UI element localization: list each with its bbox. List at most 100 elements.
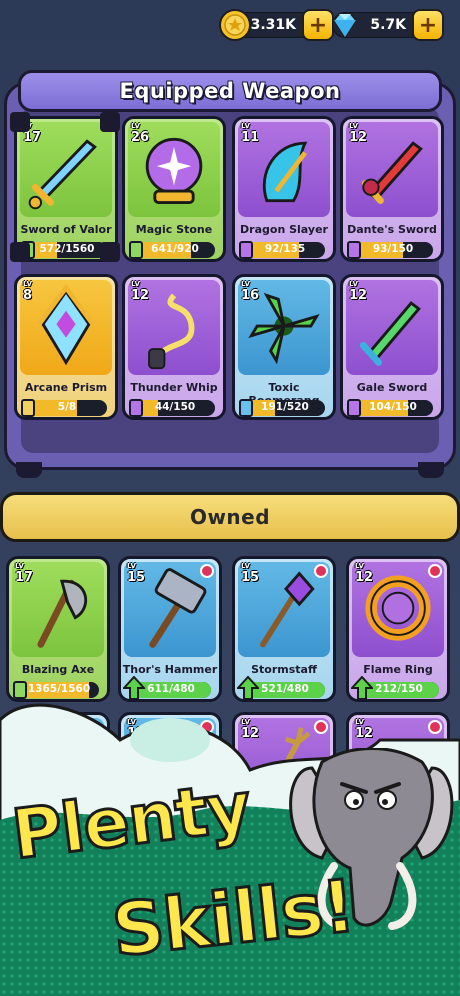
- progress-text: 92/135: [264, 243, 306, 255]
- level-tag: LV: [127, 562, 136, 570]
- card-name: Thunder Whip: [130, 381, 218, 394]
- shard-icon: [239, 399, 253, 417]
- card-progress-bar: 44/150: [135, 400, 215, 416]
- owned-card[interactable]: LV 15 Stormstaff 521/480: [232, 556, 336, 702]
- game-screen: 23.31K + 5.7K + Equipped Weapon LV17Swor…: [0, 0, 460, 996]
- card-name: Blazing Axe: [21, 663, 95, 676]
- shard-icon: [129, 399, 143, 417]
- card-level: LV 12: [131, 280, 150, 304]
- progress-text: 5/8: [57, 401, 77, 413]
- gold-coin-icon: [219, 9, 251, 41]
- level-number: 12: [355, 570, 374, 585]
- shard-icon: [13, 681, 27, 699]
- level-tag: LV: [349, 122, 358, 130]
- level-tag: LV: [241, 280, 250, 288]
- equipped-title: Equipped Weapon: [119, 79, 341, 103]
- level-tag: LV: [131, 122, 140, 130]
- card-name: Gale Sword: [356, 381, 428, 394]
- selected-corner-marker: [10, 242, 30, 262]
- card-name: Stormstaff: [251, 663, 317, 676]
- level-number: 12: [349, 288, 368, 303]
- card-name: Flame Ring: [363, 663, 433, 676]
- owned-card[interactable]: LV 17 Blazing Axe 1365/1560: [6, 556, 110, 702]
- add-gem-button[interactable]: +: [412, 9, 444, 41]
- progress-text: 191/520: [261, 401, 309, 413]
- card-name: Arcane Prism: [24, 381, 108, 394]
- selected-corner-marker: [100, 242, 120, 262]
- owned-card[interactable]: LV 12 Flame Ring 212/150: [346, 556, 450, 702]
- shard-icon: [347, 399, 361, 417]
- level-tag: LV: [23, 280, 32, 288]
- card-name: Sword of Valor: [20, 223, 112, 236]
- card-name: Thor's Hammer: [122, 663, 218, 676]
- level-tag: LV: [241, 122, 250, 130]
- progress-text: 572/1560: [39, 243, 95, 255]
- panel-foot: [418, 462, 444, 478]
- level-number: 17: [15, 570, 34, 585]
- level-number: 15: [241, 570, 260, 585]
- equipped-card[interactable]: LV 12 Gale Sword 104/150: [340, 274, 444, 420]
- progress-text: 104/150: [369, 401, 417, 413]
- level-number: 11: [241, 130, 260, 145]
- progress-text: 1365/1560: [27, 683, 91, 695]
- shard-icon: [239, 241, 253, 259]
- card-level: LV 26: [131, 122, 150, 146]
- equipped-card[interactable]: LV 26 Magic Stone 641/920: [122, 116, 226, 262]
- upgrade-arrow-icon: [237, 676, 259, 699]
- owned-header[interactable]: Owned: [0, 492, 460, 542]
- shard-icon: [347, 241, 361, 259]
- equipped-card[interactable]: LV 12 Dante's Sword 93/150: [340, 116, 444, 262]
- panel-foot: [16, 462, 42, 478]
- selected-corner-marker: [10, 112, 30, 132]
- equipped-card[interactable]: LV 11 Dragon Slayer 92/135: [232, 116, 336, 262]
- equipped-card[interactable]: LV 8 Arcane Prism 5/8: [14, 274, 118, 420]
- equipped-header: Equipped Weapon: [18, 70, 442, 112]
- card-name: Dragon Slayer: [240, 223, 328, 236]
- card-progress-bar: 92/135: [245, 242, 325, 258]
- card-level: LV15: [127, 562, 146, 586]
- card-progress-bar: 191/520: [245, 400, 325, 416]
- card-progress-bar: 641/920: [135, 242, 215, 258]
- equipped-card[interactable]: LV 12 Thunder Whip 44/150: [122, 274, 226, 420]
- level-number: 8: [23, 288, 33, 303]
- progress-text: 93/150: [372, 243, 414, 255]
- level-number: 16: [241, 288, 260, 303]
- owned-card[interactable]: LV 15 Thor's Hammer 611/480: [118, 556, 222, 702]
- shard-icon: [21, 399, 35, 417]
- level-number: 26: [131, 130, 150, 145]
- owned-title: Owned: [189, 505, 271, 529]
- card-art: [20, 280, 112, 375]
- gem-currency: 5.7K +: [332, 9, 444, 41]
- level-tag: LV: [355, 562, 364, 570]
- level-number: 12: [131, 288, 150, 303]
- card-progress-bar: 104/150: [353, 400, 433, 416]
- card-name: Dante's Sword: [347, 223, 437, 236]
- level-number: 17: [23, 130, 42, 145]
- progress-text: 641/920: [151, 243, 199, 255]
- notification-dot: [314, 564, 328, 578]
- upgrade-arrow-icon: [123, 676, 145, 699]
- card-level: LV 8: [23, 280, 33, 304]
- card-level: LV 12: [349, 280, 368, 304]
- selected-corner-marker: [100, 112, 120, 132]
- level-number: 15: [127, 570, 146, 585]
- card-progress-bar: 572/1560: [27, 242, 107, 258]
- gold-currency: 23.31K +: [219, 9, 334, 41]
- card-level: LV 16: [241, 280, 260, 304]
- card-progress-bar: 1365/1560: [19, 682, 99, 698]
- card-level: LV 11: [241, 122, 260, 146]
- level-tag: LV: [131, 280, 140, 288]
- upgrade-arrow-icon: [351, 676, 373, 699]
- equipped-card[interactable]: LV16Toxic Boomerang191/520: [232, 274, 336, 420]
- notification-dot: [428, 564, 442, 578]
- notification-dot: [200, 564, 214, 578]
- level-tag: LV: [349, 280, 358, 288]
- card-level: LV 12: [349, 122, 368, 146]
- level-number: 12: [349, 130, 368, 145]
- card-level: LV 12: [355, 562, 374, 586]
- equipped-card[interactable]: LV17Sword of Valor572/1560: [14, 116, 118, 262]
- card-level: LV17: [15, 563, 34, 586]
- progress-text: 44/150: [154, 401, 196, 413]
- level-tag: LV: [241, 562, 250, 570]
- prism-icon: [37, 283, 95, 366]
